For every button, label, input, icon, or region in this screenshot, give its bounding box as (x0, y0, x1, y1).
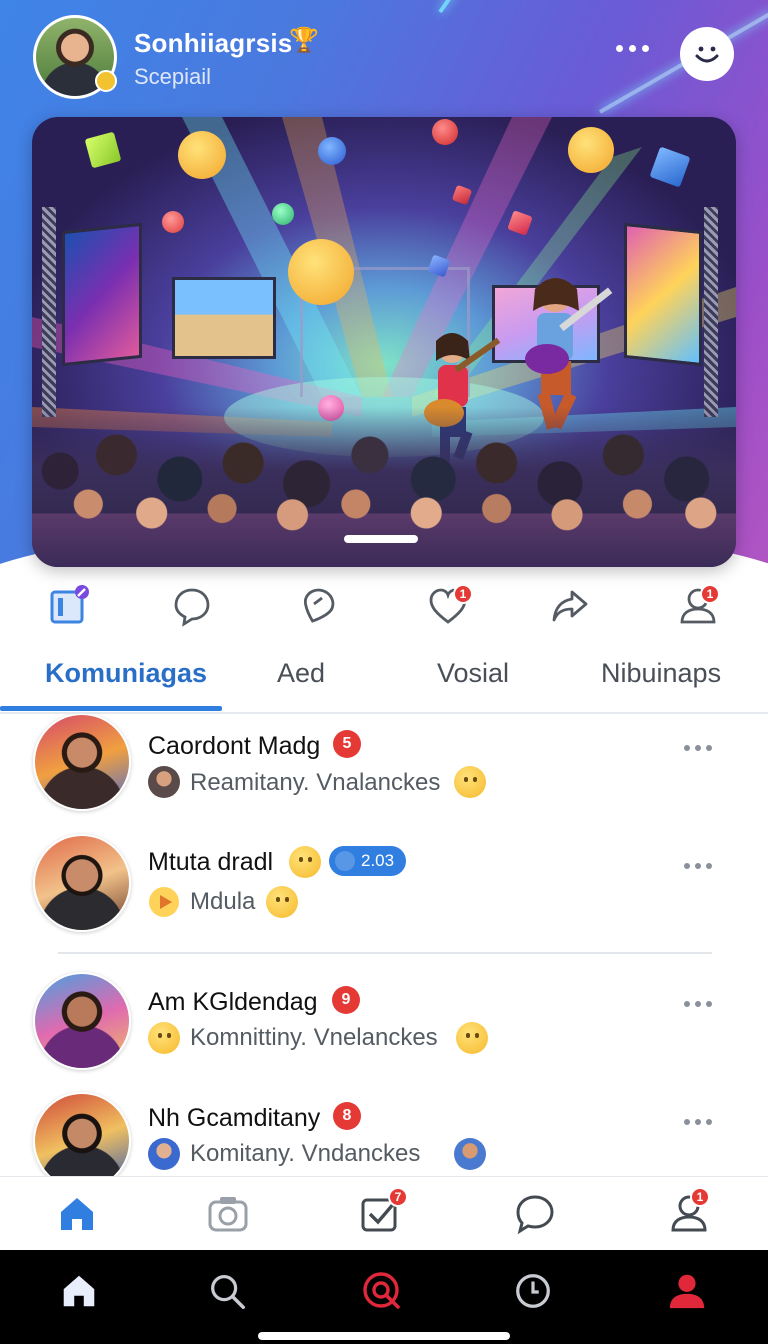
count-pill-badge: 2.03 (329, 846, 407, 876)
sub-avatar-icon (148, 1138, 180, 1170)
checkbox-notification-badge: 7 (388, 1187, 408, 1207)
home-icon[interactable] (52, 1189, 102, 1239)
avatar[interactable] (33, 834, 131, 932)
unread-count-badge: 8 (333, 1102, 361, 1130)
smile-icon[interactable] (680, 27, 734, 81)
tab-bar: Komuniagas Aed Vosial Nibuinaps (0, 648, 768, 714)
image-pager-indicator (344, 535, 418, 543)
feed-list: Caordont Madg 5 Reamitany. Vnalanckes Mt… (0, 714, 768, 1176)
avatar[interactable] (33, 714, 131, 811)
tab-aed[interactable]: Aed (277, 658, 325, 689)
heart-notification-badge: 1 (453, 584, 473, 604)
floating-emoji-icon (568, 127, 614, 173)
home-indicator[interactable] (258, 1332, 510, 1340)
target-search-icon[interactable] (357, 1266, 407, 1316)
sub-avatar-icon (148, 766, 180, 798)
chat-icon[interactable] (510, 1189, 560, 1239)
profile-notification-badge: 1 (690, 1187, 710, 1207)
item-more-icon[interactable] (678, 856, 718, 876)
chat-bubble-icon[interactable] (164, 578, 220, 634)
unread-count-badge: 9 (332, 986, 360, 1014)
tab-vosial[interactable]: Vosial (437, 658, 509, 689)
tab-nibuinaps[interactable]: Nibuinaps (601, 658, 721, 689)
list-item[interactable]: Caordont Madg 5 Reamitany. Vnalanckes (0, 714, 768, 834)
avatar[interactable] (33, 1092, 131, 1176)
smirk-emoji-icon (454, 766, 486, 798)
edit-pen-icon[interactable] (40, 578, 96, 634)
floating-emoji-icon (318, 137, 346, 165)
more-horizontal-icon[interactable] (610, 36, 654, 60)
floating-emoji-icon (288, 239, 354, 305)
item-subtitle: Reamitany. Vnalanckes (190, 769, 441, 796)
avatar[interactable] (33, 972, 131, 1070)
person-icon[interactable] (670, 578, 726, 634)
floating-emoji-icon (432, 119, 458, 145)
camera-icon[interactable] (203, 1189, 253, 1239)
search-icon[interactable] (202, 1266, 252, 1316)
unread-count-badge: 5 (333, 730, 361, 758)
pill-smile-icon (335, 851, 355, 871)
list-item[interactable]: Mtuta dradl 2.03 Mdula (0, 834, 768, 954)
floating-emoji-icon (162, 211, 184, 233)
side-screen-right (624, 222, 702, 367)
floating-emoji-icon (272, 203, 294, 225)
clock-icon[interactable] (508, 1266, 558, 1316)
trophy-icon: 🏆 (289, 27, 319, 54)
item-name: Caordont Madg (148, 732, 321, 760)
item-name: Mtuta dradl (148, 848, 274, 876)
item-more-icon[interactable] (678, 1112, 718, 1132)
action-row: 1 1 (0, 578, 768, 638)
play-icon (148, 886, 180, 918)
stage-truss (704, 207, 718, 417)
list-item[interactable]: Am KGldendag 9 Komnittiny. Vnelanckes (0, 972, 768, 1092)
floating-emoji-icon (178, 131, 226, 179)
user-name: Sonhiiagrsis (134, 28, 293, 58)
system-nav-bar (0, 1250, 768, 1344)
location-pin-icon[interactable] (290, 578, 346, 634)
home-icon[interactable] (54, 1266, 104, 1316)
active-tab-indicator (0, 706, 222, 711)
divider (58, 952, 712, 954)
bottom-app-bar: 7 1 (0, 1176, 768, 1250)
light-beam (438, 0, 591, 14)
screen-presenter (172, 277, 276, 359)
emoji-icon (266, 886, 298, 918)
side-screen-left (62, 222, 142, 367)
item-subtitle: Mdula (190, 888, 256, 915)
crowd-front-row (32, 477, 736, 567)
sub-avatar-icon (454, 1138, 486, 1170)
smile-emoji-icon (148, 1022, 180, 1054)
list-item[interactable]: Nh Gcamditany 8 Komitany. Vndanckes (0, 1092, 768, 1176)
tab-komuniagas[interactable]: Komuniagas (45, 658, 207, 689)
user-icon[interactable] (662, 1266, 712, 1316)
item-name: Nh Gcamditany (148, 1104, 321, 1132)
share-icon[interactable] (542, 578, 598, 634)
pill-value: 2.03 (361, 851, 395, 870)
wink-emoji-icon (456, 1022, 488, 1054)
item-more-icon[interactable] (678, 994, 718, 1014)
person-notification-badge: 1 (700, 584, 720, 604)
user-subtitle: Scepiail (134, 64, 212, 89)
stage-truss (42, 207, 56, 417)
emoji-icon (289, 846, 321, 878)
item-subtitle: Komnittiny. Vnelanckes (190, 1024, 438, 1051)
verified-badge-icon (95, 70, 117, 92)
item-name: Am KGldendag (148, 988, 318, 1016)
item-subtitle: Komitany. Vndanckes (190, 1140, 421, 1167)
item-more-icon[interactable] (678, 738, 718, 758)
hero-concert-image[interactable] (32, 117, 736, 567)
